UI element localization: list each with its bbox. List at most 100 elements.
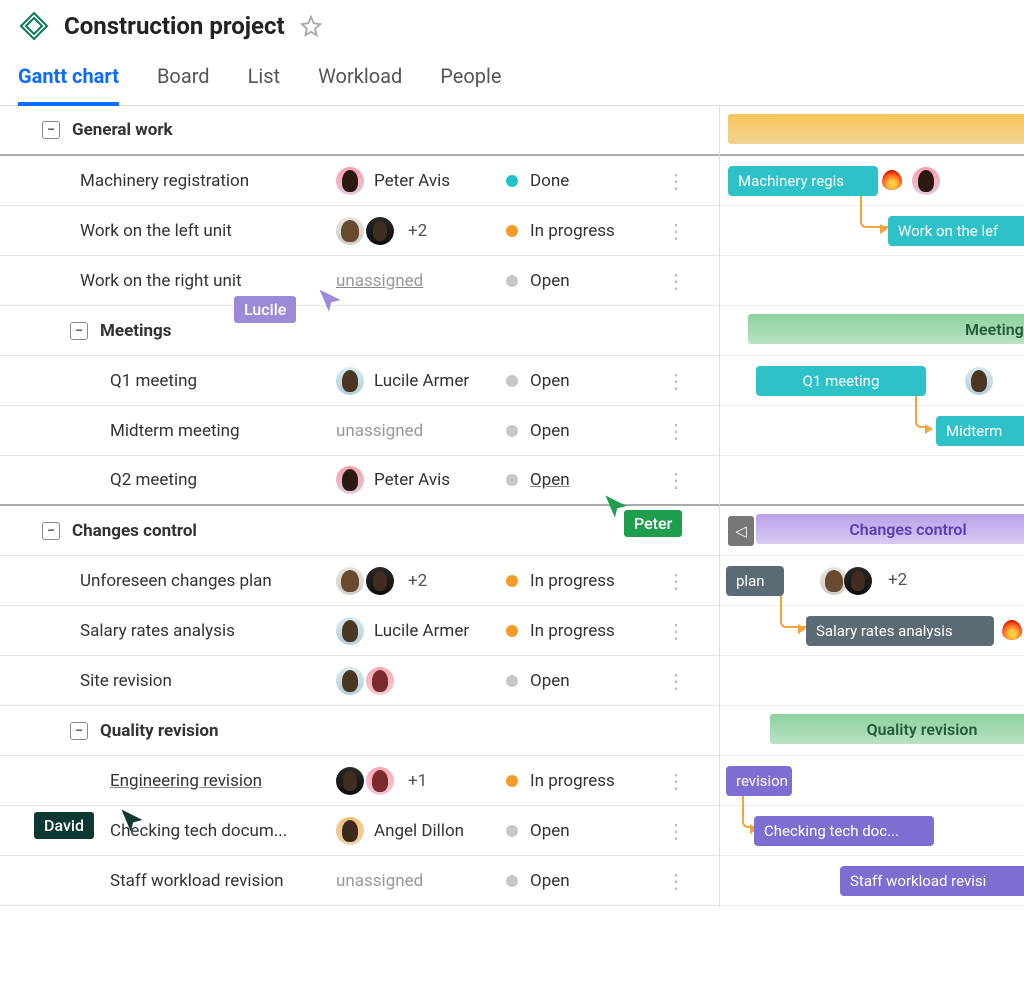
status-cell[interactable]: Done — [506, 171, 666, 191]
task-row[interactable]: Work on the right unit unassigned Open ⋮ — [0, 256, 719, 306]
row-actions-icon[interactable]: ⋮ — [666, 569, 696, 593]
group-changes-control[interactable]: − Changes control — [0, 506, 719, 556]
gantt-bar-staff[interactable]: Staff workload revisi — [840, 866, 1024, 896]
tab-gantt-chart[interactable]: Gantt chart — [18, 64, 119, 106]
status-cell[interactable]: Open — [506, 871, 666, 891]
task-row[interactable]: Unforeseen changes plan +2 In progress ⋮ — [0, 556, 719, 606]
task-row[interactable]: Q2 meeting Peter Avis Open ⋮ — [0, 456, 719, 506]
assignee-name: unassigned — [336, 421, 423, 441]
status-cell[interactable]: In progress — [506, 221, 666, 241]
task-row[interactable]: Staff workload revision unassigned Open … — [0, 856, 719, 906]
status-cell[interactable]: Open — [506, 421, 666, 441]
status-cell[interactable]: Open — [506, 271, 666, 291]
row-actions-icon[interactable]: ⋮ — [666, 269, 696, 293]
collapse-icon[interactable]: − — [42, 121, 60, 139]
assignee-cell[interactable]: unassigned — [336, 421, 506, 441]
status-cell[interactable]: Open — [506, 821, 666, 841]
app-logo-icon — [18, 10, 50, 42]
row-actions-icon[interactable]: ⋮ — [666, 869, 696, 893]
row-actions-icon[interactable]: ⋮ — [666, 369, 696, 393]
gantt-summary-bar-meetings[interactable]: Meetings — [748, 314, 1024, 344]
assignee-cell[interactable]: Angel Dillon — [336, 817, 506, 845]
group-general-work[interactable]: − General work — [0, 106, 719, 156]
gantt-bar-plan[interactable]: plan — [726, 566, 784, 596]
task-name: Machinery registration — [80, 171, 249, 191]
status-cell[interactable]: Open — [506, 671, 666, 691]
gantt-bar-revision[interactable]: revision — [726, 766, 792, 796]
status-cell[interactable]: In progress — [506, 771, 666, 791]
avatar — [912, 167, 940, 195]
gantt-bar-salary[interactable]: Salary rates analysis — [806, 616, 994, 646]
status-label: Open — [530, 470, 570, 490]
assignee-cell[interactable] — [336, 667, 506, 695]
assignee-cell[interactable]: unassigned — [336, 871, 506, 891]
status-dot-icon — [506, 175, 518, 187]
collapse-icon[interactable]: − — [42, 522, 60, 540]
gantt-bar-checking[interactable]: Checking tech doc... — [754, 816, 934, 846]
assignee-cell[interactable]: Peter Avis — [336, 167, 506, 195]
gantt-bar-work-left[interactable]: Work on the lef — [888, 216, 1024, 246]
collapse-icon[interactable]: − — [70, 722, 88, 740]
gantt-bar-machinery[interactable]: Machinery regis — [728, 166, 878, 196]
gantt-bar-midterm[interactable]: Midterm — [936, 416, 1024, 446]
status-dot-icon — [506, 775, 518, 787]
gantt-summary-bar-quality[interactable]: Quality revision — [770, 714, 1024, 744]
status-label: Done — [530, 171, 569, 191]
row-actions-icon[interactable]: ⋮ — [666, 468, 696, 492]
tab-people[interactable]: People — [440, 64, 501, 105]
gantt-summary-label: Quality revision — [867, 720, 978, 739]
assignee-cell[interactable]: unassigned — [336, 271, 506, 291]
status-dot-icon — [506, 375, 518, 387]
group-meetings[interactable]: − Meetings — [0, 306, 719, 356]
task-row[interactable]: Site revision Open ⋮ — [0, 656, 719, 706]
task-row[interactable]: Machinery registration Peter Avis Done ⋮ — [0, 156, 719, 206]
tab-workload[interactable]: Workload — [318, 64, 402, 105]
task-name: Checking tech docum... — [110, 821, 287, 841]
row-actions-icon[interactable]: ⋮ — [666, 219, 696, 243]
tab-board[interactable]: Board — [157, 64, 210, 105]
task-row[interactable]: Checking tech docum... Angel Dillon Open… — [0, 806, 719, 856]
row-actions-icon[interactable]: ⋮ — [666, 419, 696, 443]
assignee-cell[interactable]: +1 — [336, 767, 506, 795]
status-label: In progress — [530, 571, 615, 591]
task-name: Work on the left unit — [80, 221, 232, 241]
group-quality-revision[interactable]: − Quality revision — [0, 706, 719, 756]
status-cell[interactable]: Open — [506, 371, 666, 391]
favorite-star-icon[interactable] — [299, 14, 323, 38]
row-actions-icon[interactable]: ⋮ — [666, 619, 696, 643]
assignee-cell[interactable]: Lucile Armer — [336, 617, 506, 645]
assignee-name: Angel Dillon — [374, 821, 464, 841]
gantt-summary-bar-changes[interactable]: Changes control — [756, 514, 1024, 544]
status-cell[interactable]: In progress — [506, 621, 666, 641]
task-name: Site revision — [80, 671, 172, 691]
task-row[interactable]: Salary rates analysis Lucile Armer In pr… — [0, 606, 719, 656]
row-actions-icon[interactable]: ⋮ — [666, 169, 696, 193]
assignee-cell[interactable]: +2 — [336, 567, 506, 595]
task-row[interactable]: Engineering revision +1 In progress ⋮ — [0, 756, 719, 806]
row-actions-icon[interactable]: ⋮ — [666, 819, 696, 843]
fire-icon — [882, 170, 902, 190]
row-actions-icon[interactable]: ⋮ — [666, 669, 696, 693]
avatar — [336, 367, 364, 395]
page-title: Construction project — [64, 12, 285, 40]
assignee-cell[interactable]: +2 — [336, 217, 506, 245]
status-cell[interactable]: Open — [506, 470, 666, 490]
avatar — [336, 167, 364, 195]
assignee-cell[interactable]: Peter Avis — [336, 466, 506, 494]
task-row[interactable]: Work on the left unit +2 In progress ⋮ — [0, 206, 719, 256]
collapse-icon[interactable]: − — [70, 322, 88, 340]
status-label: Open — [530, 821, 570, 841]
gantt-summary-bar[interactable] — [728, 114, 1024, 144]
assignee-cell[interactable]: Lucile Armer — [336, 367, 506, 395]
avatar — [366, 217, 394, 245]
task-name: Engineering revision — [110, 771, 262, 791]
row-actions-icon[interactable]: ⋮ — [666, 769, 696, 793]
status-cell[interactable]: In progress — [506, 571, 666, 591]
task-row[interactable]: Midterm meeting unassigned Open ⋮ — [0, 406, 719, 456]
tab-list[interactable]: List — [248, 64, 281, 105]
status-dot-icon — [506, 225, 518, 237]
gantt-bar-q1-meeting[interactable]: Q1 meeting — [756, 366, 926, 396]
assignee-name: Peter Avis — [374, 171, 450, 191]
task-row[interactable]: Q1 meeting Lucile Armer Open ⋮ — [0, 356, 719, 406]
scroll-left-icon[interactable]: ◁ — [728, 516, 754, 546]
